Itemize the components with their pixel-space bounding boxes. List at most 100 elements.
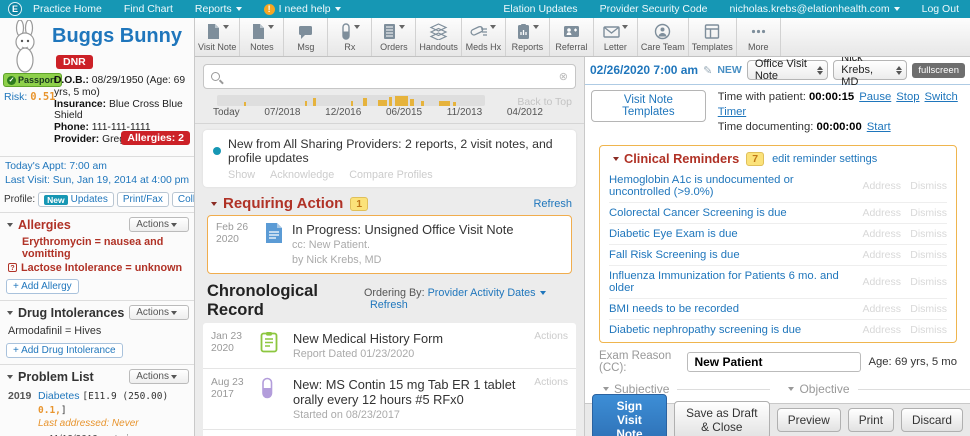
profile-collapse-button[interactable]: Collapse xyxy=(171,192,194,207)
reminder-dismiss-link[interactable]: Dismiss xyxy=(901,303,947,315)
edit-icon[interactable]: ✎ xyxy=(703,64,712,77)
requiring-action-refresh-link[interactable]: Refresh xyxy=(533,198,572,210)
toolbar-care-team-button[interactable]: Care Team xyxy=(638,18,689,56)
elation-logo-icon[interactable]: E xyxy=(8,2,22,16)
nav-log-out[interactable]: Log Out xyxy=(911,3,970,15)
edit-reminder-settings-link[interactable]: edit reminder settings xyxy=(772,153,877,165)
clear-search-icon[interactable]: ⊗ xyxy=(559,70,568,83)
sharing-acknowledge-link[interactable]: Acknowledge xyxy=(270,169,334,181)
ordering-by-link[interactable]: Provider Activity Dates xyxy=(428,287,546,299)
toolbar-templates-button[interactable]: Templates xyxy=(689,18,737,56)
reminder-link[interactable]: Hemoglobin A1c is undocumented or uncont… xyxy=(609,174,855,198)
passport-badge[interactable]: ✓ Passport xyxy=(3,73,62,87)
save-draft-button[interactable]: Save as Draft & Close xyxy=(673,401,770,436)
drug-intolerances-actions-button[interactable]: Actions xyxy=(129,305,189,320)
toolbar-msg-button[interactable]: Msg xyxy=(284,18,329,56)
profile-updates-button[interactable]: New Updates xyxy=(38,192,114,207)
reminder-link[interactable]: BMI needs to be recorded xyxy=(609,303,855,315)
collapse-caret-icon[interactable] xyxy=(613,156,619,161)
reminder-dismiss-link[interactable]: Dismiss xyxy=(901,324,947,336)
add-allergy-button[interactable]: + Add Allergy xyxy=(6,279,79,294)
nav-reports-menu[interactable]: Reports xyxy=(184,3,253,15)
timeline-band[interactable] xyxy=(217,95,485,106)
reminder-link[interactable]: Influenza Immunization for Patients 6 mo… xyxy=(609,270,855,294)
sharing-compare-profiles-link[interactable]: Compare Profiles xyxy=(349,169,432,181)
chevron-down-icon xyxy=(490,25,497,29)
start-timer-link[interactable]: Start xyxy=(867,121,891,133)
reminder-link[interactable]: Diabetic Eye Exam is due xyxy=(609,228,855,240)
toolbar-visit-note-button[interactable]: Visit Note xyxy=(195,18,241,56)
reminder-address-link[interactable]: Address xyxy=(855,207,901,219)
collapse-caret-icon[interactable] xyxy=(7,310,13,315)
profile-print-fax-button[interactable]: Print/Fax xyxy=(116,192,169,207)
chrono-refresh-link[interactable]: Refresh xyxy=(370,299,408,311)
last-visit[interactable]: Last Visit: Sun, Jan 19, 2014 at 4:00 pm xyxy=(5,174,189,188)
exam-reason-input[interactable] xyxy=(687,352,862,372)
reminder-link[interactable]: Diabetic nephropathy screening is due xyxy=(609,324,855,336)
preview-button[interactable]: Preview xyxy=(776,408,841,432)
nav-provider-security-code[interactable]: Provider Security Code xyxy=(589,3,719,15)
reminder-dismiss-link[interactable]: Dismiss xyxy=(901,249,947,261)
reminder-link[interactable]: Colorectal Cancer Screening is due xyxy=(609,207,855,219)
reminder-dismiss-link[interactable]: Dismiss xyxy=(901,180,947,192)
collapse-caret-icon[interactable] xyxy=(603,387,609,391)
collapse-caret-icon[interactable] xyxy=(7,374,13,379)
toolbar-notes-button[interactable]: Notes xyxy=(240,18,285,56)
add-drug-intolerance-button[interactable]: + Add Drug Intolerance xyxy=(6,343,123,358)
nav-practice-home[interactable]: Practice Home xyxy=(22,3,113,15)
visit-note-templates-button[interactable]: Visit Note Templates xyxy=(591,90,706,122)
item-actions-link[interactable]: Actions xyxy=(534,377,568,422)
allergies-actions-button[interactable]: Actions xyxy=(129,217,189,232)
note-provider-select[interactable]: Nick Krebs, MD xyxy=(833,57,908,88)
allergy-item[interactable]: ? Lactose Intolerance = unknown xyxy=(0,261,194,275)
allergies-count-badge[interactable]: Allergies: 2 xyxy=(121,131,190,145)
nav-help-menu[interactable]: ! I need help xyxy=(253,3,352,15)
print-button[interactable]: Print xyxy=(847,408,894,432)
toolbar-letter-button[interactable]: Letter xyxy=(594,18,638,56)
stop-timer-link[interactable]: Stop xyxy=(896,91,919,103)
item-actions-link[interactable]: Actions xyxy=(534,331,568,361)
unsigned-note-author: by Nick Krebs, MD xyxy=(292,254,382,266)
chrono-item-history-form[interactable]: Jan 23 2020 New Medical History Form Repo… xyxy=(203,323,576,369)
chrono-item-letter[interactable]: Nov 92016 Greg Miller, MDEdward Kramer, … xyxy=(203,430,576,436)
drug-intolerance-item[interactable]: Armodafinil = Hives xyxy=(0,323,194,339)
search-input[interactable] xyxy=(226,69,559,84)
toolbar-rx-button[interactable]: Rx xyxy=(328,18,373,56)
collapse-caret-icon[interactable] xyxy=(7,222,13,227)
discard-button[interactable]: Discard xyxy=(901,408,963,432)
problem-list-actions-button[interactable]: Actions xyxy=(129,369,189,384)
pause-timer-link[interactable]: Pause xyxy=(859,91,891,103)
toolbar-reports-button[interactable]: Reports xyxy=(506,18,550,56)
unsigned-note-card[interactable]: Feb 26 2020 In Progress: Unsigned Office … xyxy=(207,215,572,274)
toolbar-meds-hx-button[interactable]: Meds Hx xyxy=(462,18,506,56)
nav-user-menu[interactable]: nicholas.krebs@elationhealth.com xyxy=(719,3,911,15)
reminder-address-link[interactable]: Address xyxy=(855,303,901,315)
toolbar-orders-button[interactable]: Orders xyxy=(372,18,417,56)
toolbar-handouts-button[interactable]: Handouts xyxy=(416,18,462,56)
toolbar-more-button[interactable]: More xyxy=(737,18,781,56)
note-type-select[interactable]: Office Visit Note xyxy=(746,58,829,82)
reminder-link[interactable]: Fall Risk Screening is due xyxy=(609,249,855,261)
reminder-dismiss-link[interactable]: Dismiss xyxy=(901,207,947,219)
problem-name-link[interactable]: Diabetes xyxy=(38,390,79,402)
sign-visit-note-button[interactable]: Sign Visit Note xyxy=(592,394,667,436)
nav-find-chart[interactable]: Find Chart xyxy=(113,3,184,15)
reminder-address-link[interactable]: Address xyxy=(855,324,901,336)
reminder-address-link[interactable]: Address xyxy=(855,228,901,240)
todays-appt[interactable]: Today's Appt: 7:00 am xyxy=(5,160,189,174)
reminder-dismiss-link[interactable]: Dismiss xyxy=(901,228,947,240)
toolbar-referral-button[interactable]: Referral xyxy=(550,18,594,56)
reminder-address-link[interactable]: Address xyxy=(855,276,901,288)
nav-elation-updates[interactable]: Elation Updates xyxy=(492,3,588,15)
allergy-item[interactable]: Erythromycin = nausea and vomitting xyxy=(0,235,194,261)
visit-datetime[interactable]: 02/26/2020 7:00 am xyxy=(590,63,698,77)
sharing-show-link[interactable]: Show xyxy=(228,169,255,181)
reminder-address-link[interactable]: Address xyxy=(855,249,901,261)
sharing-providers-card[interactable]: New from All Sharing Providers: 2 report… xyxy=(203,130,576,187)
reminder-dismiss-link[interactable]: Dismiss xyxy=(901,276,947,288)
collapse-caret-icon[interactable] xyxy=(211,201,217,206)
collapse-caret-icon[interactable] xyxy=(788,387,795,391)
reminder-address-link[interactable]: Address xyxy=(855,180,901,192)
chrono-item-medication[interactable]: Aug 23 2017 New: MS Contin 15 mg Tab ER 1… xyxy=(203,369,576,430)
fullscreen-button[interactable]: fullscreen xyxy=(912,62,965,78)
